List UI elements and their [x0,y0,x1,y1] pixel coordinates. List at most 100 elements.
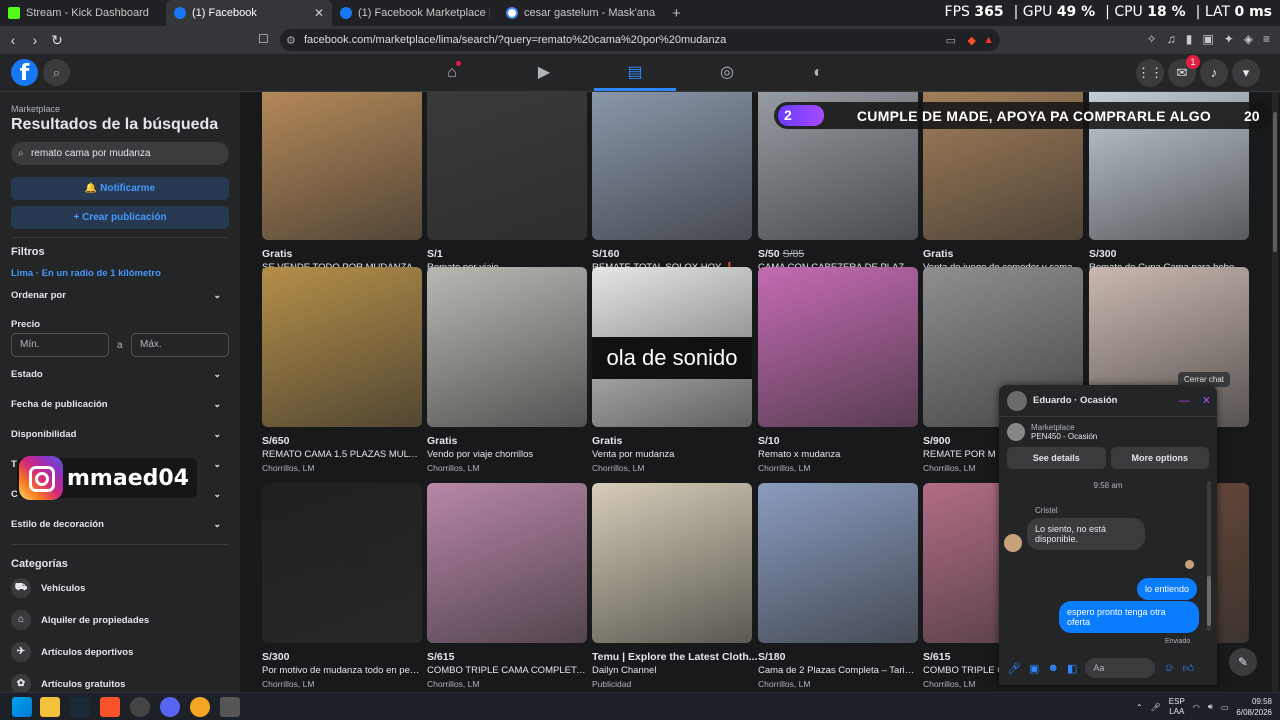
messenger-icon[interactable]: ✉ 1 [1168,55,1200,87]
marketplace-icon[interactable]: ▤ [625,63,645,83]
listing-image[interactable] [262,267,422,427]
facebook-logo-icon[interactable]: f [11,59,38,86]
calculator-icon[interactable] [220,697,240,717]
microphone-icon[interactable]: 🎤︎ [1007,662,1021,675]
site-info-icon[interactable]: ⚙ [286,34,296,47]
listing-image[interactable] [262,92,422,240]
filter-decor-style[interactable]: Estilo de decoración ⌄ [11,519,229,530]
file-explorer-icon[interactable] [40,697,60,717]
chat-scrollbar[interactable] [1207,481,1211,631]
marketplace-item-info[interactable]: Marketplace PEN450 - Ocasión [999,417,1217,447]
listing-image[interactable]: ola de sonido [592,267,752,427]
listing-card[interactable]: S/160REMATE TOTAL SOLOX HOY ❗ Colch...Ch… [592,92,752,286]
video-icon[interactable]: ▶ [534,63,554,83]
min-price-input[interactable]: Mín. [11,333,109,357]
start-icon[interactable] [12,697,32,717]
filter-date[interactable]: Fecha de publicación ⌄ [11,399,229,410]
listing-card[interactable]: S/180 Cama de 2 Plazas Completa – Tarima … [758,483,918,689]
extension-icon[interactable]: ✧ [1147,32,1157,46]
close-icon[interactable]: ✕ [1202,394,1211,407]
listing-card[interactable]: S/615 COMBO TRIPLE CAMA COMPLETA D... Chor… [427,483,587,689]
brave-rewards-icon[interactable]: ▲ [983,34,994,46]
listing-image[interactable] [758,267,918,427]
brave-icon[interactable] [100,697,120,717]
sidebar-icon[interactable]: ▮ [1186,32,1193,46]
tab-marketplace[interactable]: (1) Facebook Marketplace | Facebook [332,0,498,26]
sticker-icon[interactable]: ☻ [1047,662,1059,674]
bookmark-icon[interactable]: ☐ [258,32,269,46]
category-sports[interactable]: ✈ Artículos deportivos [11,642,133,662]
microphone-icon[interactable]: 🎤︎ [1151,703,1161,712]
brave-shield-icon[interactable]: ◆ [968,34,976,47]
location-filter[interactable]: Lima · En un radio de 1 kilómetro [11,268,161,279]
minimize-icon[interactable]: — [1179,395,1190,407]
account-chevron-icon[interactable]: ▾ [1232,59,1260,87]
gif-icon[interactable]: ◧ [1067,662,1077,675]
listing-card[interactable]: Gratis Vendo por viaje chorrillos Chorrill… [427,267,587,473]
listing-image[interactable]: 100 Soles [262,483,422,643]
photo-icon[interactable]: ▣ [1029,662,1039,675]
menu-icon[interactable]: ≡ [1263,32,1270,46]
leo-icon[interactable]: ✦ [1224,32,1234,46]
scrollbar-thumb[interactable] [1273,112,1277,252]
listing-image[interactable] [427,92,587,240]
tab-kick[interactable]: Stream - Kick Dashboard [0,0,166,26]
cast-icon[interactable]: ▭ [946,34,956,47]
new-message-button[interactable]: ✎ [1229,648,1257,676]
emoji-icon[interactable]: ☺ [1163,662,1174,674]
listing-card[interactable]: GratisSE VENDE TODO POR MUDANZAChorrillo… [262,92,422,286]
max-price-input[interactable]: Máx. [131,333,229,357]
listing-image[interactable] [592,92,752,240]
chat-header[interactable]: Eduardo · Ocasión — ✕ [999,385,1217,417]
home-icon[interactable]: ⌂ [442,61,462,83]
gaming-icon[interactable]: ◐ [808,63,828,83]
filter-condition[interactable]: Estado ⌄ [11,369,229,380]
listing-image[interactable] [592,483,752,643]
url-field[interactable]: ⚙ facebook.com/marketplace/lima/search/?… [280,29,1000,51]
filter-availability[interactable]: Disponibilidad ⌄ [11,429,229,440]
steam-icon[interactable] [70,697,90,717]
vpn-icon[interactable]: ◈ [1244,32,1253,46]
see-details-button[interactable]: See details [1007,447,1106,469]
listing-card[interactable]: Temu | Explore the Latest Cloth... Dailyn… [592,483,758,689]
reload-icon[interactable]: ↻ [46,32,68,49]
groups-icon[interactable]: ◎ [717,63,737,83]
battery-icon[interactable]: ▭ [1221,703,1229,712]
clock[interactable]: 09:58 6/08/2026 [1236,696,1272,718]
new-tab-button[interactable]: + [664,0,689,26]
app-icon[interactable] [190,697,210,717]
category-free[interactable]: ✿ Artículos gratuitos [11,674,125,692]
forward-icon[interactable]: › [24,32,46,48]
sort-dropdown[interactable]: Ordenar por ⌄ [11,290,229,301]
obs-icon[interactable] [130,697,150,717]
wifi-icon[interactable]: ◠ [1193,703,1200,712]
back-icon[interactable]: ‹ [2,32,24,48]
menu-grid-icon[interactable]: ⋮⋮ [1136,59,1164,87]
listing-image[interactable] [758,483,918,643]
volume-icon[interactable]: 🔊︎ [1208,702,1213,712]
close-tab-icon[interactable]: ✕ [314,6,324,20]
tab-facebook[interactable]: (1) Facebook ✕ [166,0,332,26]
message-input[interactable]: Aa [1085,658,1156,678]
listing-card[interactable]: S/1Remate por viajeChorrillos, LM [427,92,587,286]
tab-google[interactable]: cesar gastelum - Mask'ana Google [498,0,664,26]
listing-card[interactable]: ola de sonido Gratis Venta por mudanza Chor… [592,267,752,473]
language-indicator[interactable]: ESP LAA [1169,697,1185,717]
scrollbar-thumb[interactable] [1207,576,1211,626]
breadcrumb[interactable]: Marketplace [11,104,60,114]
listing-card[interactable]: 100 Soles S/300 Por motivo de mudanza todo… [262,483,422,689]
listing-image[interactable] [427,267,587,427]
listing-card[interactable]: S/650 REMATO CAMA 1.5 PLAZAS MULTIF... Cho… [262,267,422,473]
like-icon[interactable]: 👍︎ [1183,662,1195,675]
wallet-icon[interactable]: ▣ [1202,32,1213,46]
search-input[interactable]: ⌕ remato cama por mudanza [11,142,229,165]
notify-button[interactable]: 🔔 Notificarme [11,177,229,200]
category-rentals[interactable]: ⌂ Alquiler de propiedades [11,610,149,630]
discord-icon[interactable] [160,697,180,717]
more-options-button[interactable]: More options [1110,447,1209,469]
listing-image[interactable] [427,483,587,643]
category-vehicles[interactable]: ⛟ Vehículos [11,578,85,598]
chevron-up-icon[interactable]: ⌃ [1136,703,1143,712]
listing-card[interactable]: S/10 Remato x mudanza Chorrillos, LM [758,267,918,473]
music-icon[interactable]: ♫ [1167,32,1176,46]
